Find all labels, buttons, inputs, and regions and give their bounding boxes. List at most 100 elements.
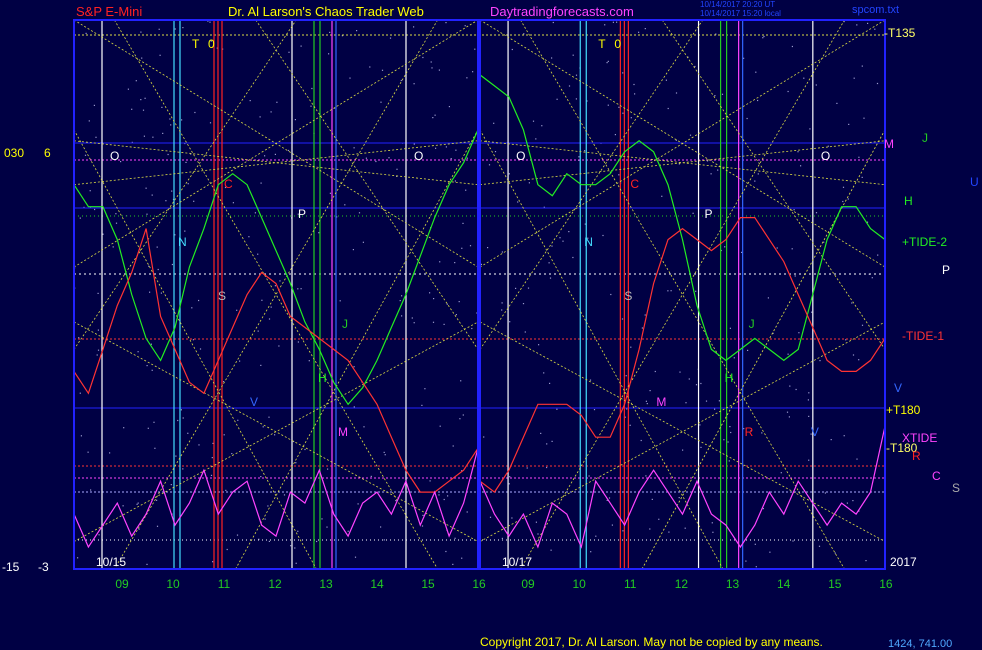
star-dot	[115, 213, 117, 215]
star-dot	[248, 236, 250, 238]
star-dot	[439, 425, 441, 427]
star-dot	[175, 455, 177, 457]
star-dot	[445, 550, 447, 553]
star-dot	[151, 194, 153, 196]
star-dot	[198, 444, 200, 446]
star-dot	[714, 408, 716, 410]
star-dot	[445, 146, 447, 148]
star-dot	[465, 189, 467, 191]
star-dot	[156, 246, 158, 248]
star-dot	[852, 500, 854, 502]
star-dot	[156, 525, 159, 527]
star-dot	[264, 155, 266, 157]
star-dot	[339, 300, 341, 302]
star-dot	[460, 380, 462, 382]
marker-letter: M	[656, 395, 666, 409]
star-dot	[156, 499, 158, 501]
star-dot	[274, 153, 276, 155]
star-dot	[448, 106, 450, 108]
star-dot	[668, 531, 670, 533]
star-dot	[787, 353, 789, 355]
star-dot	[493, 122, 495, 124]
star-dot	[136, 503, 138, 505]
star-dot	[670, 290, 672, 292]
star-dot	[867, 22, 869, 24]
star-dot	[212, 561, 214, 563]
star-dot	[646, 403, 648, 405]
star-dot	[501, 309, 503, 311]
star-dot	[150, 343, 152, 345]
diagonal-line	[641, 129, 886, 570]
star-dot	[94, 208, 96, 211]
star-dot	[501, 537, 503, 539]
star-dot	[135, 80, 137, 82]
star-dot	[858, 359, 860, 361]
star-dot	[454, 537, 456, 539]
star-dot	[80, 435, 82, 437]
star-dot	[665, 79, 667, 81]
star-dot	[824, 492, 826, 494]
star-dot	[171, 263, 173, 266]
star-dot	[294, 547, 296, 549]
star-dot	[511, 48, 513, 51]
star-dot	[769, 551, 771, 553]
right-label: C	[932, 469, 941, 483]
right-label: H	[904, 194, 913, 208]
star-dot	[552, 21, 554, 24]
star-dot	[830, 439, 832, 441]
star-dot	[174, 28, 176, 30]
star-dot	[400, 79, 402, 82]
x-tick-label: 16	[472, 577, 486, 591]
star-dot	[193, 200, 195, 202]
star-dot	[523, 33, 525, 35]
x-tick-label: 11	[218, 577, 231, 591]
star-dot	[843, 435, 845, 437]
star-dot	[375, 160, 377, 163]
star-dot	[795, 388, 797, 391]
star-dot	[237, 419, 239, 421]
star-dot	[199, 348, 202, 350]
star-dot	[584, 150, 586, 152]
star-dot	[718, 400, 720, 402]
diagonal-line	[73, 19, 479, 268]
right-label: +T180	[886, 403, 921, 417]
star-dot	[454, 262, 456, 264]
marker-letter: M	[338, 425, 348, 439]
star-dot	[396, 168, 398, 170]
star-dot	[625, 375, 627, 377]
star-dot	[79, 217, 81, 219]
star-dot	[300, 45, 302, 47]
star-dot	[694, 65, 696, 68]
marker-letter: R	[745, 425, 754, 439]
star-dot	[568, 231, 570, 233]
star-dot	[268, 318, 271, 320]
star-dot	[675, 92, 678, 94]
star-dot	[383, 451, 385, 453]
star-dot	[353, 147, 355, 149]
star-dot	[793, 209, 795, 211]
marker-letter: S	[624, 289, 632, 303]
marker-letter: 0	[208, 37, 215, 51]
star-dot	[185, 161, 187, 163]
star-dot	[846, 502, 848, 504]
star-dot	[160, 292, 162, 294]
star-dot	[96, 354, 98, 356]
star-dot	[236, 534, 239, 536]
star-dot	[290, 545, 292, 547]
star-dot	[728, 460, 730, 462]
star-dot	[717, 169, 719, 171]
star-dot	[684, 527, 686, 529]
star-dot	[370, 475, 372, 477]
star-dot	[447, 495, 449, 497]
star-dot	[745, 560, 747, 562]
star-dot	[146, 365, 148, 367]
star-dot	[621, 318, 624, 320]
star-dot	[548, 262, 550, 264]
star-dot	[699, 424, 701, 426]
star-dot	[140, 99, 142, 101]
star-dot	[356, 30, 358, 32]
star-dot	[180, 409, 182, 411]
star-dot	[268, 540, 270, 542]
star-dot	[808, 459, 810, 461]
star-dot	[259, 116, 261, 118]
